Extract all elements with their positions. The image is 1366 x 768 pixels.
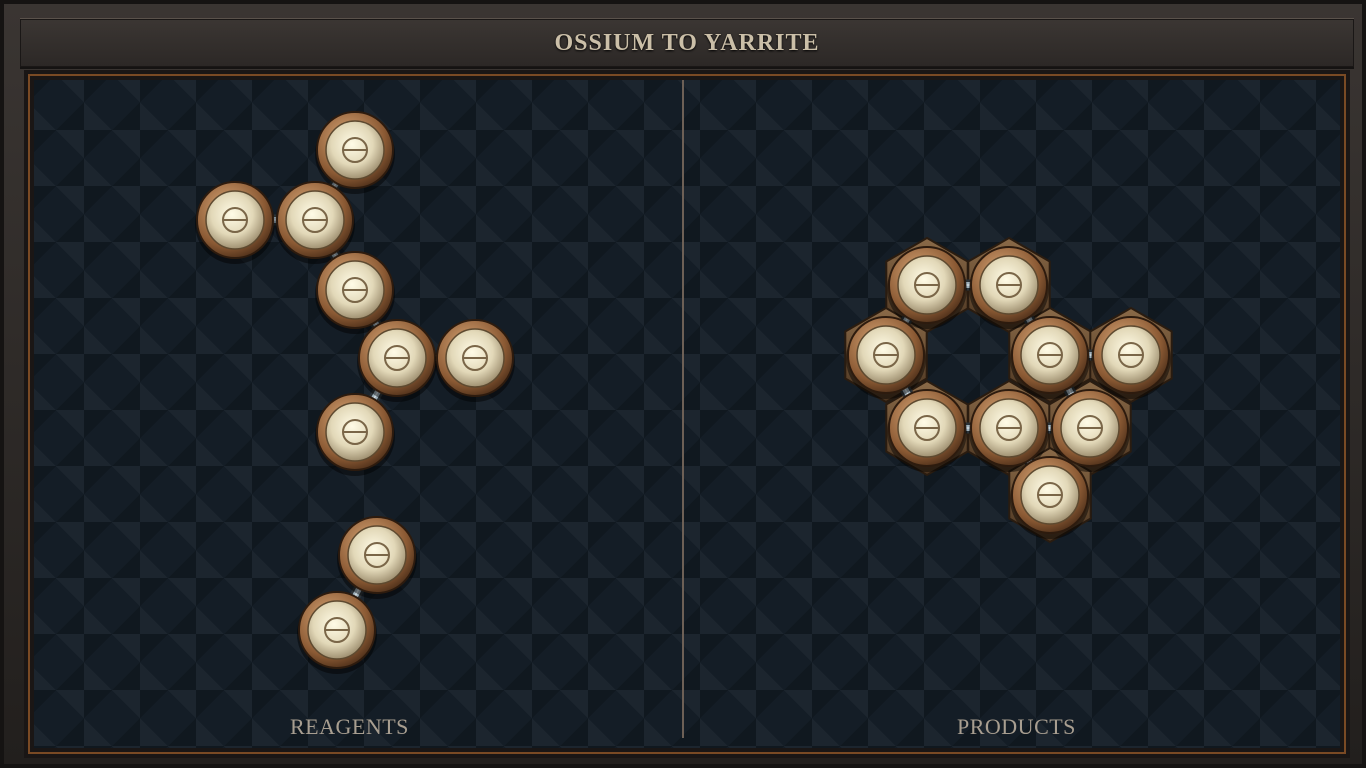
- reagent-a-salt-atom: [195, 181, 275, 264]
- product-salt-atom: [1010, 316, 1090, 399]
- reagent-a-salt-atom: [435, 319, 515, 402]
- reagent-a-salt-atom: [357, 319, 437, 402]
- product-salt-atom: [1091, 316, 1171, 399]
- reagent-b-salt-atom: [297, 591, 377, 674]
- molecules-layer: [195, 111, 1173, 674]
- atoms-layer: [195, 111, 1171, 674]
- reagent-a-salt-atom: [315, 111, 395, 194]
- reagents-label: REAGENTS: [290, 714, 409, 739]
- reagent-a-salt-atom: [315, 393, 395, 476]
- reagent-b-salt-atom: [337, 516, 417, 599]
- products-label: PRODUCTS: [957, 714, 1076, 739]
- product-salt-atom: [1010, 456, 1090, 539]
- reagent-a-salt-atom: [275, 181, 355, 264]
- product-salt-atom: [887, 246, 967, 329]
- product-salt-atom: [846, 316, 926, 399]
- product-salt-atom: [887, 389, 967, 472]
- product-salt-atom: [969, 246, 1049, 329]
